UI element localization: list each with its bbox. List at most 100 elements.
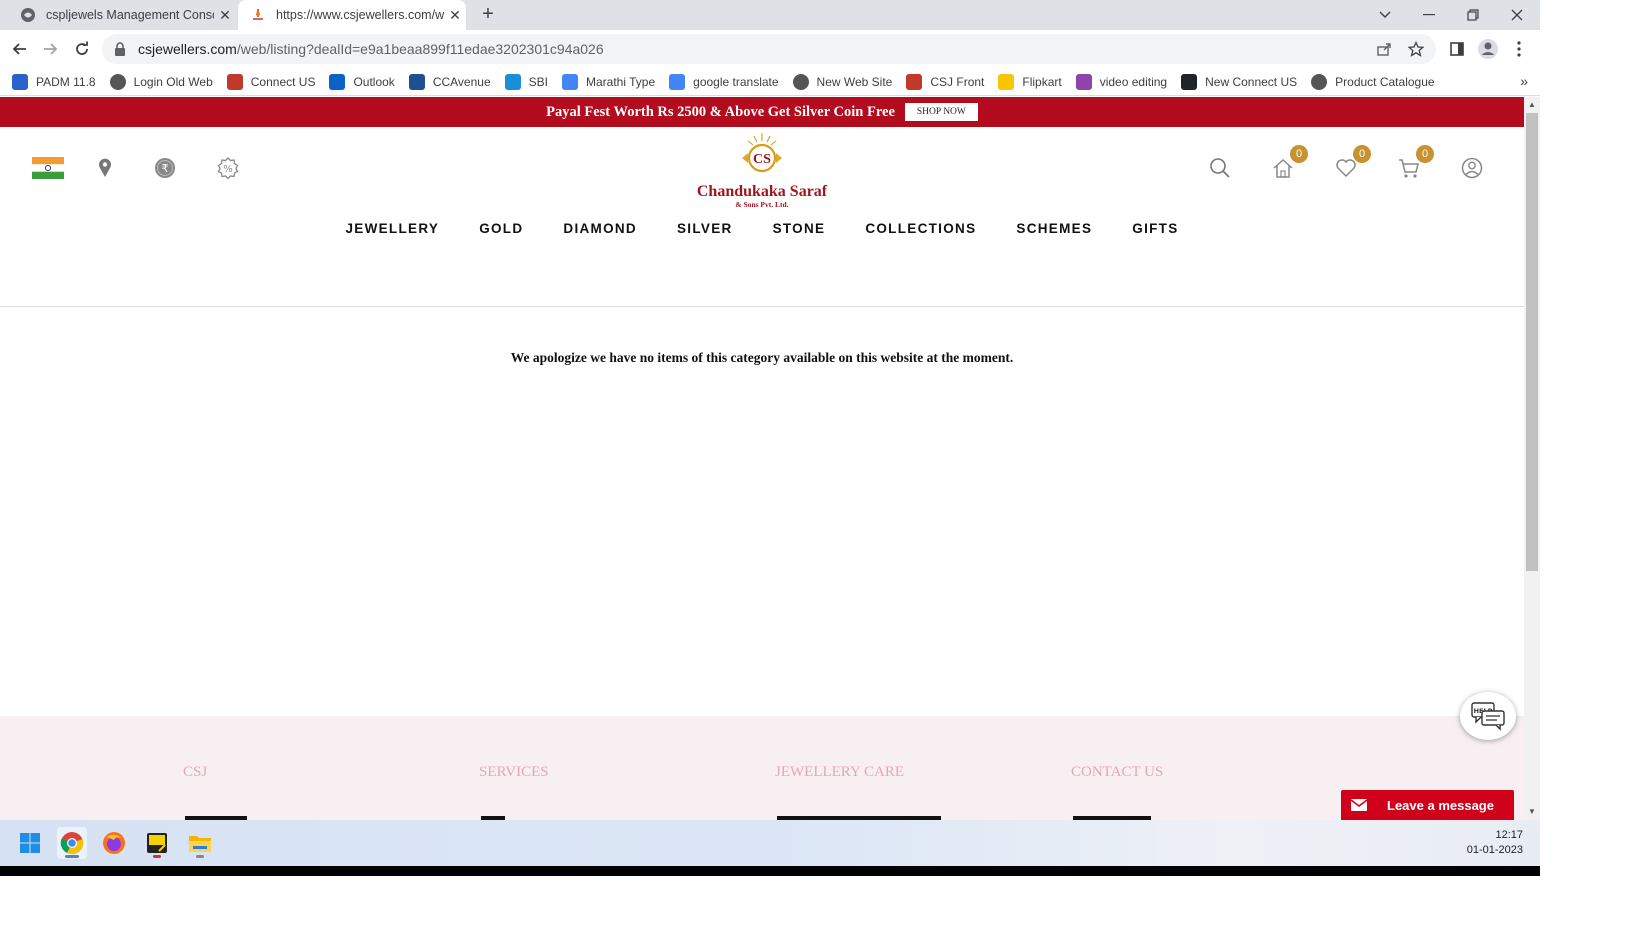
page-viewport: Payal Fest Worth Rs 2500 & Above Get Sil… xyxy=(0,97,1524,820)
firefox-taskbar-icon[interactable] xyxy=(99,827,129,859)
india-flag-icon[interactable] xyxy=(32,153,64,183)
tab-strip: cspljewels Management Console ✕ https://… xyxy=(0,0,1540,30)
cart-icon[interactable]: 0 xyxy=(1394,145,1434,183)
file-explorer-taskbar-icon[interactable] xyxy=(185,827,215,859)
tab-search-chevron-icon[interactable] xyxy=(1363,0,1407,30)
sbi-icon xyxy=(504,73,521,90)
nav-item-stone[interactable]: STONE xyxy=(773,221,826,236)
leave-message-button[interactable]: Leave a message xyxy=(1341,790,1514,820)
bookmark-item[interactable]: CSJ Front xyxy=(906,73,984,90)
bookmark-label: video editing xyxy=(1099,74,1168,89)
bookmark-label: Product Catalogue xyxy=(1335,74,1435,89)
address-bar[interactable]: csjewellers.com/web/listing?dealId=e9a1b… xyxy=(102,34,1436,64)
store-home-icon[interactable]: 0 xyxy=(1268,145,1308,183)
globe-icon xyxy=(109,73,126,90)
windows-start-icon[interactable] xyxy=(15,827,45,859)
tab-csjewellers[interactable]: https://www.csjewellers.com/web/listing?… xyxy=(238,0,466,30)
outlook-icon xyxy=(329,73,346,90)
running-app-indicator xyxy=(153,855,161,858)
bookmark-item[interactable]: SBI xyxy=(504,73,548,90)
leave-message-label: Leave a message xyxy=(1387,797,1494,813)
forward-icon[interactable] xyxy=(38,37,62,61)
new-tab-icon[interactable]: + xyxy=(476,3,500,27)
menu-kebab-icon[interactable] xyxy=(1507,37,1531,61)
bookmark-label: Marathi Type xyxy=(585,74,656,89)
google-icon xyxy=(561,73,578,90)
wishlist-heart-icon[interactable]: 0 xyxy=(1331,145,1371,183)
close-tab-icon[interactable]: ✕ xyxy=(444,7,466,24)
bookmark-item[interactable]: New Connect US xyxy=(1181,73,1298,90)
scroll-down-icon[interactable]: ▼ xyxy=(1524,805,1540,819)
shop-now-button[interactable]: SHOP NOW xyxy=(904,103,978,121)
logo-mark: CS xyxy=(753,152,771,167)
background-margin xyxy=(0,876,1628,932)
close-window-icon[interactable] xyxy=(1495,0,1539,30)
bookmark-item[interactable]: PADM 11.8 xyxy=(12,73,96,90)
nav-item-schemes[interactable]: SCHEMES xyxy=(1016,221,1092,236)
profile-avatar[interactable] xyxy=(1476,37,1500,61)
discount-icon[interactable]: % xyxy=(213,153,243,183)
url-path: /web/listing?dealId=e9a1beaa899f11edae32… xyxy=(236,41,604,57)
bookmark-item[interactable]: Marathi Type xyxy=(561,73,656,90)
globe-icon xyxy=(1311,73,1328,90)
screen-bottom-edge xyxy=(0,866,1540,876)
back-icon[interactable] xyxy=(8,37,32,61)
footer-heading-services: SERVICES xyxy=(479,764,549,780)
bookmarks-more[interactable]: » xyxy=(1520,73,1528,89)
help-chat-icon: HELP xyxy=(1471,702,1505,731)
tab-title: https://www.csjewellers.com/web/listing?… xyxy=(276,8,444,22)
page-scrollbar[interactable]: ▲ ▼ xyxy=(1524,97,1540,820)
share-icon[interactable] xyxy=(1376,41,1392,60)
system-clock[interactable]: 12:17 01-01-2023 xyxy=(1467,828,1523,858)
bookmark-item[interactable]: video editing xyxy=(1075,73,1168,90)
bookmark-star-icon[interactable] xyxy=(1407,40,1425,60)
globe-icon xyxy=(792,73,809,90)
nav-item-silver[interactable]: SILVER xyxy=(677,221,733,236)
running-app-indicator xyxy=(196,855,204,858)
bookmark-item[interactable]: google translate xyxy=(669,73,779,90)
account-user-icon[interactable] xyxy=(1457,153,1487,183)
globe-icon xyxy=(20,7,36,23)
bookmark-item[interactable]: Flipkart xyxy=(998,73,1062,90)
os-taskbar: 12:17 01-01-2023 xyxy=(0,820,1540,866)
bookmark-item[interactable]: Login Old Web xyxy=(109,73,213,90)
tab-management-console[interactable]: cspljewels Management Console ✕ xyxy=(8,0,236,30)
tab-title: cspljewels Management Console xyxy=(46,8,214,22)
scrollbar-thumb[interactable] xyxy=(1526,113,1538,571)
csj-icon xyxy=(226,73,243,90)
restore-icon[interactable] xyxy=(1451,0,1495,30)
padm-icon xyxy=(12,73,28,90)
bookmark-item[interactable]: New Web Site xyxy=(792,73,892,90)
help-chat-button[interactable]: HELP xyxy=(1460,692,1516,740)
location-pin-icon[interactable] xyxy=(90,153,120,183)
minimize-icon[interactable] xyxy=(1407,0,1451,30)
rupee-icon[interactable]: ₹ xyxy=(150,153,180,183)
bookmark-label: google translate xyxy=(693,74,779,89)
logo-subtitle: & Sons Pvt. Ltd. xyxy=(735,200,789,209)
scroll-up-icon[interactable]: ▲ xyxy=(1524,98,1540,112)
bookmark-label: PADM 11.8 xyxy=(36,74,96,89)
nav-item-gifts[interactable]: GIFTS xyxy=(1132,221,1178,236)
nav-item-diamond[interactable]: DIAMOND xyxy=(563,221,637,236)
side-panel-icon[interactable] xyxy=(1445,37,1469,61)
empty-category-message: We apologize we have no items of this ca… xyxy=(510,350,1014,365)
bookmark-label: New Connect US xyxy=(1205,74,1298,89)
chrome-taskbar-icon[interactable] xyxy=(57,827,87,859)
sticky-notes-taskbar-icon[interactable] xyxy=(142,827,172,859)
nav-item-collections[interactable]: COLLECTIONS xyxy=(865,221,976,236)
bookmark-item[interactable]: Product Catalogue xyxy=(1311,73,1435,90)
nav-item-gold[interactable]: GOLD xyxy=(479,221,523,236)
footer-heading-jewellery-care: JEWELLERY CARE xyxy=(775,764,905,780)
footer-heading-contact-us: CONTACT US xyxy=(1071,764,1164,780)
site-logo[interactable]: CS Chandukaka Saraf & Sons Pvt. Ltd. xyxy=(692,131,832,209)
reload-icon[interactable] xyxy=(70,37,94,61)
nav-item-jewellery[interactable]: JEWELLERY xyxy=(345,221,439,236)
search-icon[interactable] xyxy=(1205,153,1235,183)
bookmark-item[interactable]: Connect US xyxy=(226,73,315,90)
wishlist-count-badge: 0 xyxy=(1353,145,1371,163)
browser-toolbar: csjewellers.com/web/listing?dealId=e9a1b… xyxy=(0,30,1540,68)
main-navigation: JEWELLERY GOLD DIAMOND SILVER STONE COLLECTIO… xyxy=(0,221,1524,236)
close-tab-icon[interactable]: ✕ xyxy=(214,7,236,24)
bookmark-item[interactable]: Outlook xyxy=(329,73,395,90)
bookmark-item[interactable]: CCAvenue xyxy=(408,73,491,90)
